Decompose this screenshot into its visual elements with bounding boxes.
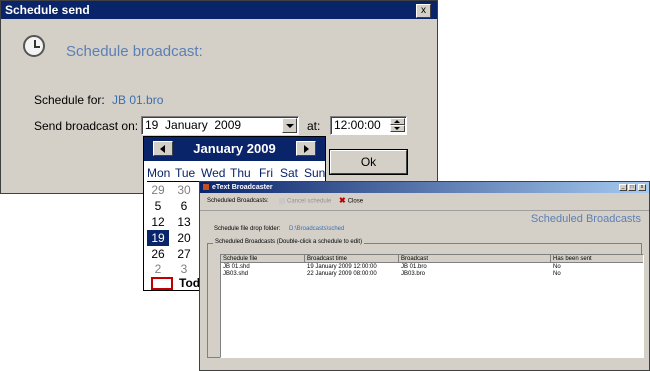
minimize-button[interactable]: _ — [619, 184, 627, 191]
drop-folder-link[interactable]: D:\Broadcasts\sched — [289, 226, 344, 232]
toolbar-label: Scheduled Broadcasts: — [207, 198, 269, 204]
weekday-tue: Tue — [175, 166, 196, 180]
clock-icon — [23, 35, 45, 57]
schedule-heading: Schedule broadcast: — [66, 43, 203, 60]
row-cell: JB 01.bro — [401, 264, 427, 270]
at-label: at: — [307, 119, 321, 133]
toolbar-separator — [200, 210, 649, 211]
today-link[interactable]: Tod — [179, 276, 200, 290]
date-value: 19 January 2009 — [145, 118, 242, 132]
date-picker[interactable]: 19 January 2009 — [141, 116, 299, 135]
close-label: Close — [347, 198, 364, 205]
broadcaster-title: eText Broadcaster — [200, 182, 649, 193]
calendar-day[interactable]: 6 — [173, 198, 195, 214]
weekday-fri: Fri — [259, 166, 273, 180]
weekday-sun: Sun — [304, 166, 326, 180]
red-x-icon: ✖ — [339, 196, 346, 205]
time-spinner[interactable] — [390, 118, 405, 133]
close-button[interactable]: ✖ Close — [339, 196, 364, 205]
row-cell: No — [553, 271, 561, 277]
weekday-sat: Sat — [280, 166, 299, 180]
cancel-schedule-label: Cancel schedule — [287, 198, 332, 205]
column-header[interactable]: Broadcast time — [305, 255, 399, 263]
cancel-schedule-button[interactable]: Cancel schedule — [279, 198, 331, 205]
spin-up-icon[interactable] — [390, 118, 405, 125]
calendar-day[interactable]: 3 — [173, 261, 195, 277]
schedule-for-value: JB 01.bro — [112, 93, 164, 107]
dialog-close-button[interactable]: x — [416, 4, 431, 18]
ok-button[interactable]: Ok — [330, 150, 407, 174]
calendar-day[interactable]: 20 — [173, 230, 195, 246]
calendar-day[interactable]: 30 — [173, 182, 195, 198]
maximize-button[interactable]: □ — [628, 184, 636, 191]
group-label: Scheduled Broadcasts (Double-click a sch… — [213, 239, 365, 245]
page-title: Scheduled Broadcasts — [530, 213, 641, 225]
drop-folder-label: Schedule file drop folder: — [214, 226, 281, 232]
cancel-schedule-icon — [279, 198, 285, 204]
weekday-thu: Thu — [230, 166, 251, 180]
column-header[interactable]: Has been sent — [551, 255, 643, 263]
close-window-button[interactable]: x — [638, 184, 646, 191]
today-marker-icon — [151, 277, 173, 290]
calendar-day[interactable]: 12 — [147, 214, 169, 230]
date-dropdown-button[interactable] — [282, 118, 297, 133]
schedule-for-label: Schedule for: — [34, 93, 105, 107]
calendar-day-selected[interactable]: 19 — [147, 230, 169, 246]
row-cell: 19 January 2009 12:00:00 — [307, 264, 377, 270]
dialog-title: Schedule send — [1, 1, 437, 19]
row-cell: JB03.shd — [223, 271, 249, 277]
column-header[interactable]: Broadcast — [399, 255, 551, 263]
calendar-day[interactable]: 13 — [173, 214, 195, 230]
app-icon — [203, 184, 209, 190]
calendar-day[interactable]: 29 — [147, 182, 169, 198]
row-cell: JB 01.shd — [223, 264, 250, 270]
calendar-day[interactable]: 5 — [147, 198, 169, 214]
column-header[interactable]: Schedule file — [221, 255, 305, 263]
calendar-day[interactable]: 27 — [173, 246, 195, 262]
calendar-day[interactable]: 26 — [147, 246, 169, 262]
time-field[interactable]: 12:00:00 — [330, 116, 407, 135]
broadcaster-window: eText Broadcaster _ □ x Scheduled Broadc… — [199, 181, 650, 371]
row-cell: 22 January 2009 08:00:00 — [307, 271, 377, 277]
next-month-button[interactable] — [296, 141, 316, 156]
time-value: 12:00:00 — [334, 118, 381, 132]
schedules-list[interactable]: Schedule file Broadcast time Broadcast H… — [220, 254, 644, 358]
row-cell: JB03.bro — [401, 271, 426, 277]
weekday-wed: Wed — [201, 166, 226, 180]
send-on-label: Send broadcast on: — [34, 119, 139, 133]
spin-down-icon[interactable] — [390, 125, 405, 132]
weekday-mon: Mon — [147, 166, 171, 180]
calendar-day[interactable]: 2 — [147, 261, 169, 277]
prev-month-button[interactable] — [153, 141, 173, 156]
row-cell: No — [553, 264, 561, 270]
